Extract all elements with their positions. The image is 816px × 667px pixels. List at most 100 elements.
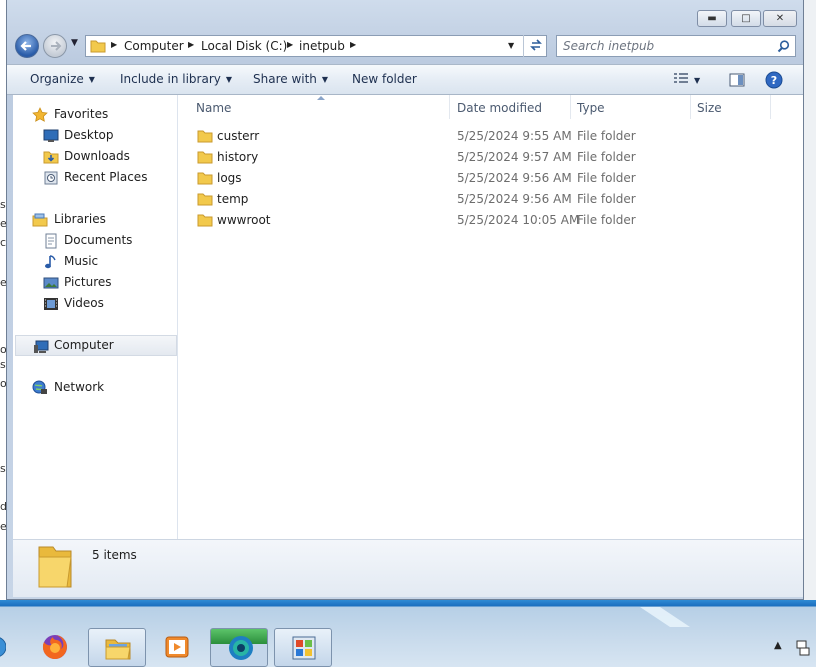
- help-button[interactable]: ?: [765, 71, 783, 92]
- column-divider[interactable]: [770, 95, 771, 119]
- maximize-button[interactable]: □: [731, 10, 761, 27]
- taskbar-explorer[interactable]: [88, 628, 146, 667]
- media-player-icon: [165, 636, 189, 658]
- windows-logo-icon: [0, 637, 6, 657]
- breadcrumb-separator-icon: ▶: [111, 40, 118, 49]
- file-type: File folder: [577, 171, 636, 185]
- taskbar: ▲: [0, 600, 816, 667]
- back-button[interactable]: [15, 34, 39, 58]
- folder-icon: [90, 40, 106, 53]
- column-header-name[interactable]: Name: [196, 101, 231, 115]
- file-type: File folder: [577, 192, 636, 206]
- file-type: File folder: [577, 213, 636, 227]
- share-with-label: Share with: [253, 72, 317, 86]
- preview-pane-button[interactable]: [729, 73, 745, 90]
- large-folder-icon: [38, 546, 72, 588]
- nav-recent-places[interactable]: Recent Places: [13, 167, 175, 188]
- breadcrumb-local-disk[interactable]: Local Disk (C:): [201, 39, 287, 53]
- file-date-modified: 5/25/2024 9:56 AM: [457, 171, 572, 185]
- file-date-modified: 5/25/2024 10:05 AM: [457, 213, 580, 227]
- table-row[interactable]: history 5/25/2024 9:57 AM File folder: [193, 147, 793, 168]
- libraries-icon: [32, 213, 48, 227]
- table-row[interactable]: custerr 5/25/2024 9:55 AM File folder: [193, 126, 793, 147]
- nav-network[interactable]: Network: [13, 377, 175, 398]
- breadcrumb-separator-icon: ▶: [287, 40, 294, 49]
- new-folder-button[interactable]: New folder: [352, 72, 417, 86]
- table-row[interactable]: logs 5/25/2024 9:56 AM File folder: [193, 168, 793, 189]
- firefox-icon: [42, 635, 67, 659]
- nav-computer[interactable]: Computer: [15, 335, 177, 356]
- column-header-date-modified[interactable]: Date modified: [457, 101, 542, 115]
- table-row[interactable]: wwwroot 5/25/2024 10:05 AM File folder: [193, 210, 793, 231]
- file-type: File folder: [577, 129, 636, 143]
- nav-libraries[interactable]: Libraries: [13, 209, 175, 230]
- nav-downloads[interactable]: Downloads: [13, 146, 175, 167]
- taskbar-media-player[interactable]: [148, 628, 206, 667]
- network-tool-icon: [292, 636, 316, 660]
- address-history-dropdown-icon[interactable]: ▼: [508, 41, 514, 50]
- close-button[interactable]: ✕: [763, 10, 797, 27]
- screen-recorder-icon: [229, 636, 253, 660]
- folder-icon: [197, 193, 213, 206]
- include-in-library-button[interactable]: Include in library ▼: [120, 72, 232, 86]
- file-name: temp: [217, 192, 249, 206]
- minimize-button[interactable]: ▬: [697, 10, 727, 27]
- change-view-button[interactable]: ▼: [673, 72, 700, 87]
- taskbar-network-tool[interactable]: [274, 628, 332, 667]
- explorer-window: ▬ □ ✕ ▼ ▶ Computer ▶ Local Disk (C:) ▶ i…: [6, 0, 804, 600]
- search-box[interactable]: [556, 35, 796, 57]
- videos-icon: [44, 298, 58, 310]
- taskbar-screen-recorder[interactable]: [210, 628, 268, 667]
- column-header-size[interactable]: Size: [697, 101, 722, 115]
- sort-ascending-icon: [317, 96, 325, 100]
- file-date-modified: 5/25/2024 9:56 AM: [457, 192, 572, 206]
- nav-favorites[interactable]: Favorites: [13, 104, 175, 125]
- folder-icon: [197, 130, 213, 143]
- address-bar[interactable]: ▶ Computer ▶ Local Disk (C:) ▶ inetpub ▶…: [85, 35, 547, 57]
- maximize-icon: □: [741, 13, 751, 24]
- taskbar-firefox[interactable]: [26, 628, 84, 667]
- organize-button[interactable]: Organize ▼: [30, 72, 95, 86]
- forward-arrow-icon: [51, 41, 62, 51]
- nav-documents[interactable]: Documents: [13, 230, 175, 251]
- recent-places-icon: [44, 171, 58, 185]
- help-icon: ?: [765, 71, 783, 89]
- nav-network-label: Network: [54, 380, 105, 394]
- column-divider[interactable]: [449, 95, 450, 119]
- breadcrumb-separator-icon: ▶: [350, 40, 357, 49]
- close-icon: ✕: [775, 13, 785, 24]
- preview-pane-icon: [729, 73, 745, 87]
- table-row[interactable]: temp 5/25/2024 9:56 AM File folder: [193, 189, 793, 210]
- network-status-icon[interactable]: [795, 640, 811, 656]
- item-count: 5 items: [92, 548, 137, 562]
- taskbar-glare: [640, 607, 690, 627]
- start-button[interactable]: [0, 628, 12, 667]
- column-divider[interactable]: [690, 95, 691, 119]
- desktop-background: [804, 0, 816, 600]
- recent-pages-dropdown-icon[interactable]: ▼: [71, 38, 78, 48]
- chevron-down-icon: ▼: [694, 76, 701, 85]
- breadcrumb-computer[interactable]: Computer: [124, 39, 184, 53]
- chevron-down-icon: ▼: [225, 75, 233, 84]
- nav-pictures[interactable]: Pictures: [13, 272, 175, 293]
- nav-downloads-label: Downloads: [64, 149, 130, 163]
- column-header-type[interactable]: Type: [577, 101, 605, 115]
- refresh-button[interactable]: [523, 35, 547, 57]
- column-divider[interactable]: [570, 95, 571, 119]
- refresh-icon: [530, 39, 542, 51]
- nav-desktop[interactable]: Desktop: [13, 125, 175, 146]
- show-hidden-icons-icon[interactable]: ▲: [774, 640, 782, 651]
- search-input[interactable]: [563, 37, 763, 55]
- navigation-pane: Favorites Desktop Downloads Recent Place…: [13, 95, 178, 539]
- desktop-icon: [43, 129, 59, 142]
- include-in-library-label: Include in library: [120, 72, 221, 86]
- search-icon[interactable]: [777, 40, 790, 53]
- downloads-folder-icon: [43, 151, 59, 164]
- share-with-button[interactable]: Share with ▼: [253, 72, 328, 86]
- chevron-down-icon: ▼: [321, 75, 329, 84]
- forward-button[interactable]: [43, 34, 67, 58]
- nav-music[interactable]: Music: [13, 251, 175, 272]
- nav-videos[interactable]: Videos: [13, 293, 175, 314]
- file-date-modified: 5/25/2024 9:55 AM: [457, 129, 572, 143]
- breadcrumb-inetpub[interactable]: inetpub: [299, 39, 345, 53]
